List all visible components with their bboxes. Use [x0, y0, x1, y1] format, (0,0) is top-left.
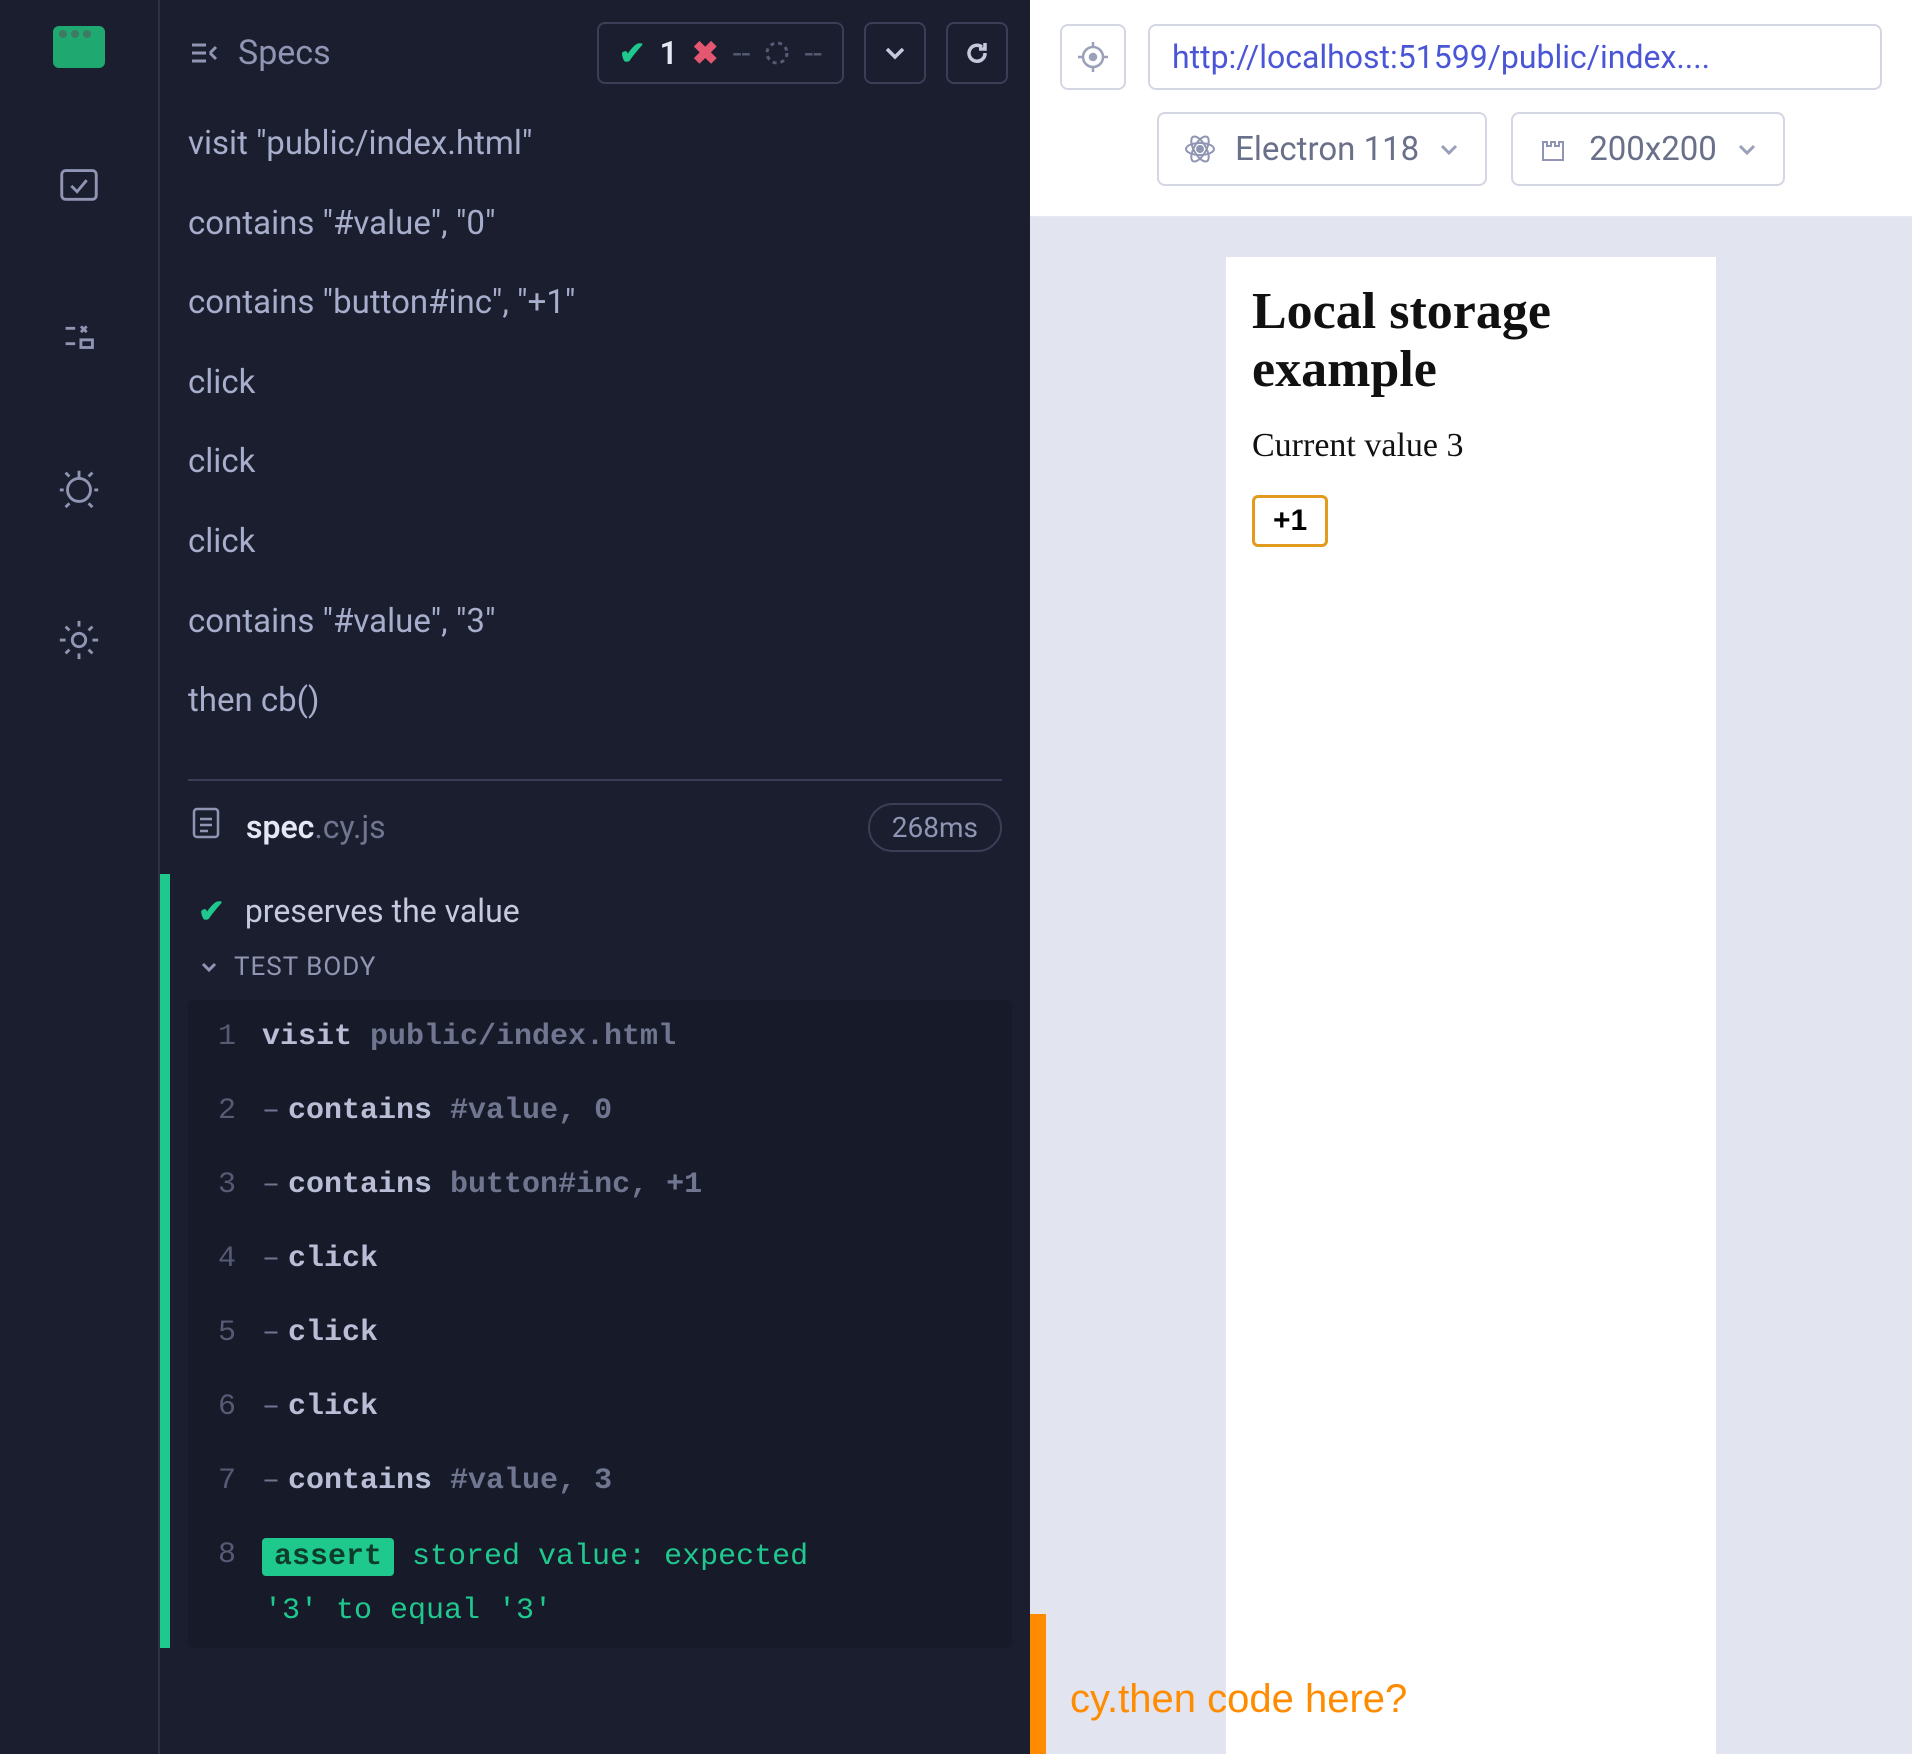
check-icon: ✔: [198, 892, 225, 930]
summary-line: click: [188, 522, 1002, 562]
viewport-label: 200x200: [1589, 130, 1717, 169]
log-row[interactable]: 2 –contains#value, 0: [188, 1074, 1012, 1148]
pending-icon: [764, 40, 790, 66]
annotation-text: cy.then code here?: [1070, 1677, 1407, 1722]
url-display[interactable]: http://localhost:51599/public/index....: [1148, 24, 1882, 90]
summary-line: contains "#value", "3": [188, 602, 1002, 642]
ruler-icon: [1537, 132, 1571, 166]
line-number: 1: [210, 1020, 236, 1054]
annotation-marker: [1030, 1614, 1046, 1754]
test-block: ✔ preserves the value TEST BODY 1 visitp…: [160, 874, 1030, 1648]
test-stats: ✔ 1 ✖ -- --: [597, 22, 844, 84]
summary-line: visit "public/index.html": [188, 124, 1002, 164]
aut-panel: http://localhost:51599/public/index.... …: [1030, 0, 1912, 1754]
browser-select[interactable]: Electron 118: [1157, 112, 1487, 186]
assert-message: stored value: expected: [412, 1540, 808, 1574]
pass-icon: ✔: [619, 34, 646, 72]
spec-file-row[interactable]: spec.cy.js 268ms: [160, 781, 1030, 874]
log-row[interactable]: 5 –click: [188, 1296, 1012, 1370]
nav-sidebar: [0, 0, 160, 1754]
nav-specs-icon[interactable]: [53, 158, 105, 210]
log-row-assert[interactable]: 8 assert stored value: expected '3' to e…: [188, 1518, 1012, 1648]
assert-pill: assert: [262, 1538, 394, 1576]
nav-debug-icon[interactable]: [53, 462, 105, 514]
command-summary: visit "public/index.html" contains "#val…: [160, 106, 1030, 781]
log-row[interactable]: 7 –contains#value, 3: [188, 1444, 1012, 1518]
url-text: http://localhost:51599/public/index....: [1172, 38, 1710, 76]
electron-icon: [1183, 132, 1217, 166]
test-body-toggle[interactable]: TEST BODY: [170, 948, 1030, 1000]
cypress-logo-icon: [53, 26, 105, 68]
aut-viewport: Local storage example Current value 3 +1: [1030, 217, 1912, 1754]
line-number: 3: [210, 1168, 236, 1202]
line-number: 8: [210, 1538, 236, 1572]
command-log: 1 visitpublic/index.html 2 –contains#val…: [188, 1000, 1012, 1648]
summary-line: click: [188, 363, 1002, 403]
log-row[interactable]: 4 –click: [188, 1222, 1012, 1296]
summary-line: then cb(): [188, 681, 1002, 721]
summary-line: contains "button#inc", "+1": [188, 283, 1002, 323]
selector-playground-button[interactable]: [1060, 24, 1126, 90]
app-value-label: Current value 3: [1252, 427, 1690, 465]
app-heading: Local storage example: [1252, 283, 1690, 399]
app-frame: Local storage example Current value 3 +1: [1226, 257, 1716, 1754]
test-title-row[interactable]: ✔ preserves the value: [170, 874, 1030, 948]
spec-duration: 268ms: [868, 803, 1002, 852]
summary-line: contains "#value", "0": [188, 204, 1002, 244]
fail-icon: ✖: [692, 34, 719, 72]
aut-header: http://localhost:51599/public/index.... …: [1030, 0, 1912, 217]
line-number: 4: [210, 1242, 236, 1276]
pass-count: 1: [660, 34, 678, 72]
increment-button[interactable]: +1: [1252, 495, 1328, 547]
pending-count: --: [804, 34, 822, 72]
chevron-down-icon: [1735, 137, 1759, 161]
log-row[interactable]: 1 visitpublic/index.html: [188, 1000, 1012, 1074]
line-number: 2: [210, 1094, 236, 1128]
test-title-text: preserves the value: [245, 892, 520, 930]
reload-button[interactable]: [946, 22, 1008, 84]
line-number: 5: [210, 1316, 236, 1350]
expand-button[interactable]: [864, 22, 926, 84]
spec-panel: Specs ✔ 1 ✖ -- -- visit "public/index.ht…: [160, 0, 1030, 1754]
spec-title-text: Specs: [238, 33, 331, 73]
fail-count: --: [733, 34, 751, 72]
spec-title[interactable]: Specs: [188, 33, 577, 73]
viewport-select[interactable]: 200x200: [1511, 112, 1785, 186]
line-number: 6: [210, 1390, 236, 1424]
browser-label: Electron 118: [1235, 130, 1419, 169]
nav-runs-icon[interactable]: [53, 310, 105, 362]
log-row[interactable]: 6 –click: [188, 1370, 1012, 1444]
spec-filename: spec.cy.js: [246, 808, 386, 846]
line-number: 7: [210, 1464, 236, 1498]
summary-line: click: [188, 442, 1002, 482]
file-icon: [188, 805, 224, 849]
test-body-label-text: TEST BODY: [234, 952, 376, 982]
spec-header: Specs ✔ 1 ✖ -- --: [160, 0, 1030, 106]
nav-settings-icon[interactable]: [53, 614, 105, 666]
chevron-down-icon: [1437, 137, 1461, 161]
log-row[interactable]: 3 –containsbutton#inc, +1: [188, 1148, 1012, 1222]
assert-message: '3' to equal '3': [262, 1594, 990, 1628]
